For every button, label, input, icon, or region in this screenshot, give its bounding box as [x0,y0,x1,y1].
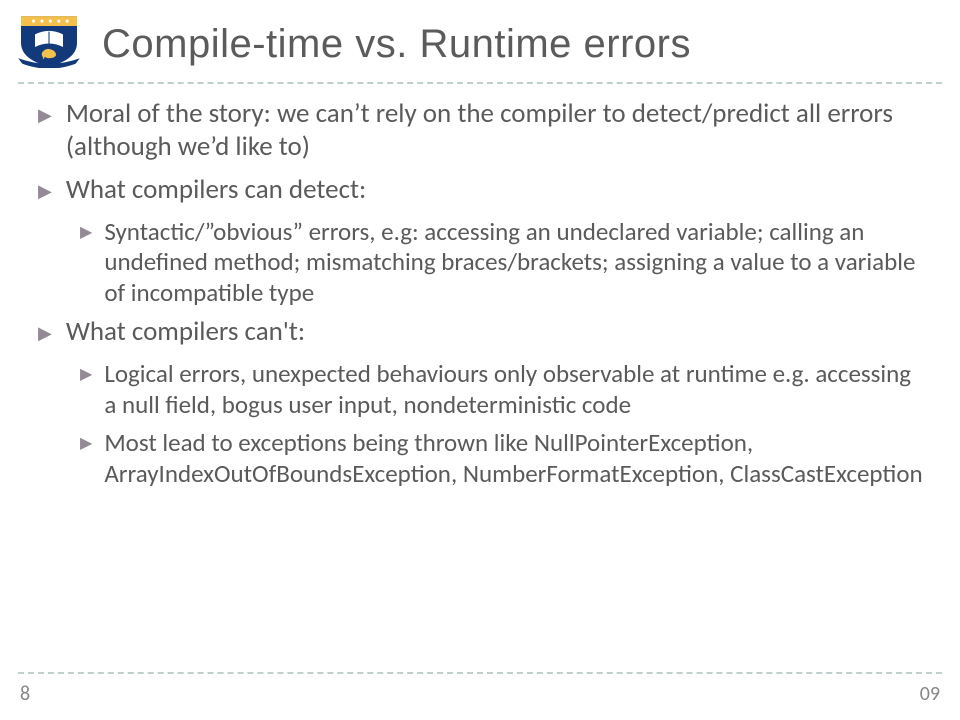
bullet-marker-icon: ▶ [80,359,92,420]
divider-top [18,82,942,84]
bullet-level-1: ▶ What compilers can detect: [38,174,928,207]
bullet-marker-icon: ▶ [80,428,92,489]
slide-number-left: 8 [20,682,30,706]
bullet-level-2: ▶ Logical errors, unexpected behaviours … [80,359,928,420]
slide-number-right: 09 [920,682,940,706]
slide-body: ▶ Moral of the story: we can’t rely on t… [38,96,928,497]
bullet-text: What compilers can't: [66,316,928,349]
bullet-marker-icon: ▶ [38,98,52,164]
bullet-text: What compilers can detect: [66,174,928,207]
divider-bottom [18,672,942,674]
bullet-level-2: ▶ Most lead to exceptions being thrown l… [80,428,928,489]
bullet-text: Logical errors, unexpected behaviours on… [104,359,928,420]
bullet-text: Syntactic/”obvious” errors, e.g: accessi… [104,217,928,309]
bullet-marker-icon: ▶ [38,174,52,207]
bullet-text: Most lead to exceptions being thrown lik… [104,428,928,489]
bullet-marker-icon: ▶ [80,217,92,309]
bullet-text: Moral of the story: we can’t rely on the… [66,98,928,164]
bullet-level-2: ▶ Syntactic/”obvious” errors, e.g: acces… [80,217,928,309]
bullet-level-1: ▶ Moral of the story: we can’t rely on t… [38,98,928,164]
slide-title: Compile-time vs. Runtime errors [102,22,930,67]
university-crest [14,12,84,68]
bullet-level-1: ▶ What compilers can't: [38,316,928,349]
bullet-marker-icon: ▶ [38,316,52,349]
